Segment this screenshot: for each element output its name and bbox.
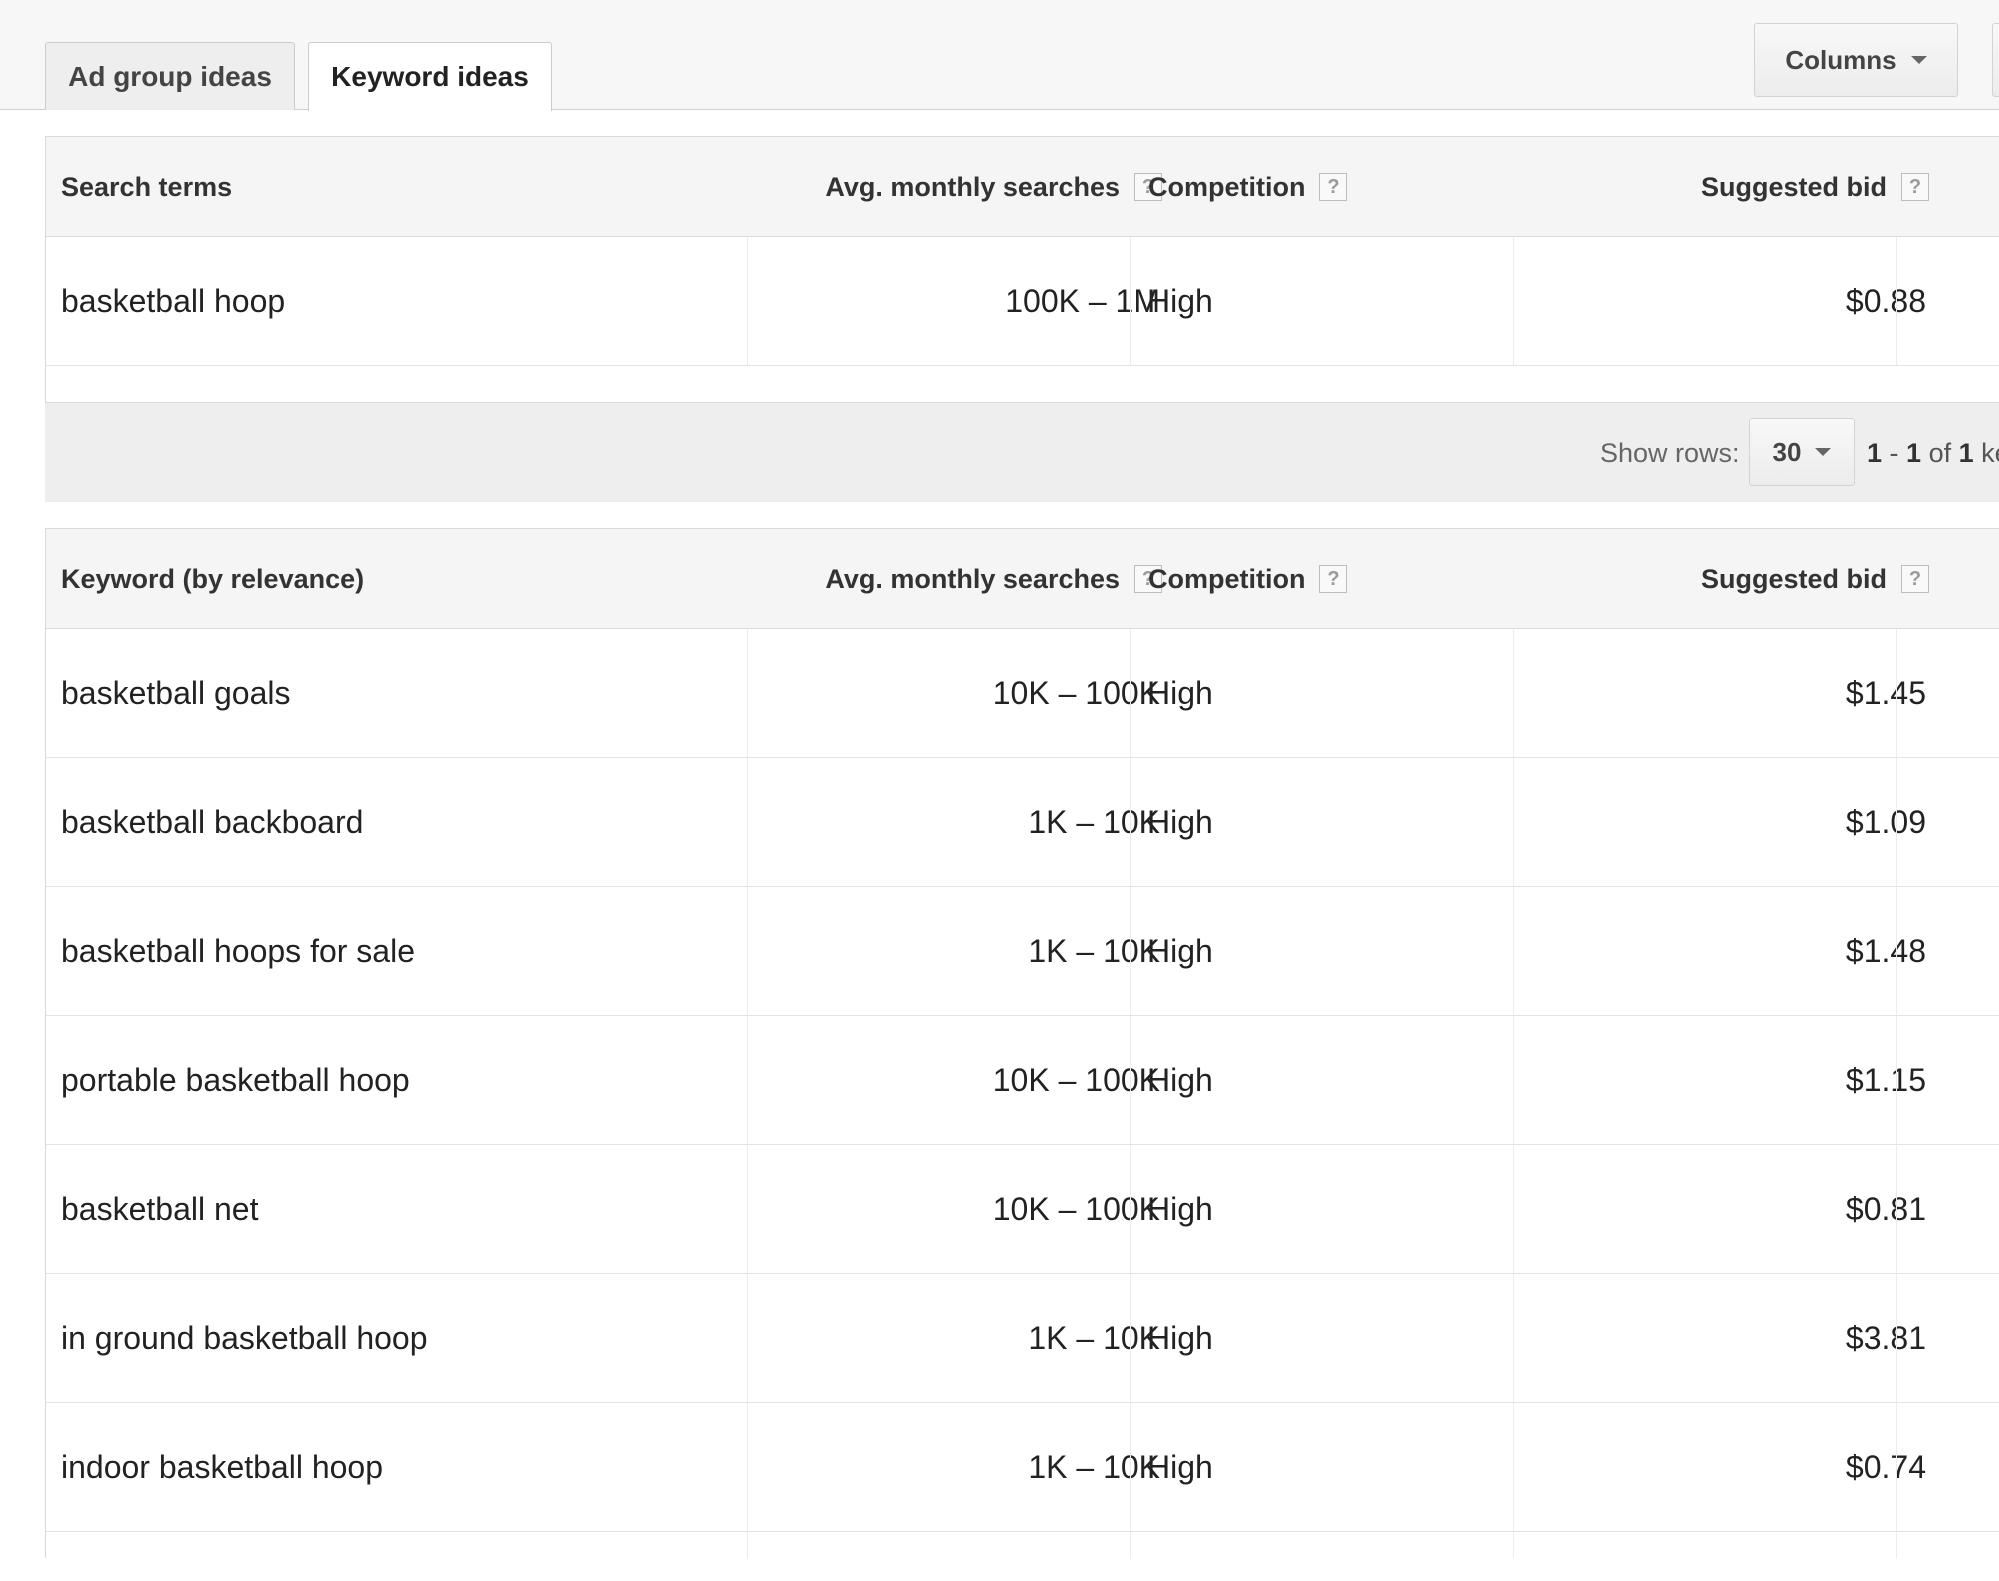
- keyword-cell: basketball goals: [61, 674, 291, 711]
- suggested-bid-cell: $1.48: [1845, 932, 1926, 969]
- columns-button-label: Columns: [1785, 44, 1897, 75]
- column-header-avg-monthly-searches[interactable]: Avg. monthly searches ?: [746, 529, 1162, 629]
- suggested-bid-cell: $3.81: [1845, 1319, 1926, 1356]
- help-icon[interactable]: ?: [1319, 565, 1348, 593]
- keyword-cell: in ground basketball hoop: [61, 1319, 428, 1356]
- avg-searches-cell: 10K – 100K: [992, 674, 1160, 711]
- table-row[interactable]: indoor basketball hoop 1K – 10K High $0.…: [46, 1403, 1999, 1532]
- tab-ad-group-ideas[interactable]: Ad group ideas: [45, 42, 295, 110]
- rows-per-page-select[interactable]: 30: [1749, 418, 1855, 486]
- column-header-keyword[interactable]: Keyword (by relevance): [61, 529, 364, 629]
- table-header: Search terms Avg. monthly searches ? Com…: [46, 137, 1999, 237]
- suggested-bid-cell: $0.88: [1845, 282, 1926, 319]
- tab-keyword-ideas[interactable]: Keyword ideas: [308, 42, 552, 111]
- help-icon[interactable]: ?: [1901, 565, 1929, 593]
- competition-cell: High: [1147, 803, 1213, 840]
- help-icon[interactable]: ?: [1901, 173, 1929, 201]
- keyword-cell: portable basketball hoop: [61, 1061, 410, 1098]
- suggested-bid-cell: $0.81: [1845, 1190, 1926, 1227]
- tab-label: Ad group ideas: [68, 60, 272, 92]
- column-header-suggested-bid[interactable]: Suggested bid ?: [1546, 529, 1929, 629]
- column-header-avg-monthly-searches[interactable]: Avg. monthly searches ?: [746, 137, 1162, 237]
- table-row-partial: [46, 1532, 1999, 1559]
- avg-searches-cell: 1K – 10K: [1028, 803, 1160, 840]
- suggested-bid-cell: $1.45: [1845, 674, 1926, 711]
- avg-searches-cell: 1K – 10K: [1028, 1448, 1160, 1485]
- competition-cell: High: [1147, 1319, 1213, 1356]
- suggested-bid-cell: $0.74: [1845, 1448, 1926, 1485]
- avg-searches-cell: 1K – 10K: [1028, 932, 1160, 969]
- column-divider: [1513, 237, 1514, 365]
- table-header: Keyword (by relevance) Avg. monthly sear…: [46, 529, 1999, 629]
- table-row[interactable]: basketball backboard 1K – 10K High $1.09: [46, 758, 1999, 887]
- keyword-cell: basketball backboard: [61, 803, 364, 840]
- keyword-cell: indoor basketball hoop: [61, 1448, 384, 1485]
- column-header-competition[interactable]: Competition ?: [1148, 137, 1348, 237]
- competition-cell: High: [1147, 1448, 1213, 1485]
- chevron-down-icon: [1910, 56, 1927, 64]
- rows-per-page-value: 30: [1772, 436, 1802, 467]
- pagination-bar: Show rows: 30 1 - 1 of 1 ke: [45, 402, 1999, 502]
- pagination-range: 1 - 1 of 1 ke: [1867, 437, 1999, 468]
- chevron-down-icon: [1815, 448, 1832, 456]
- column-divider: [747, 237, 748, 365]
- column-header-suggested-bid[interactable]: Suggested bid ?: [1546, 137, 1929, 237]
- keyword-cell: basketball net: [61, 1190, 259, 1227]
- column-divider: [1896, 237, 1897, 365]
- competition-cell: High: [1147, 1190, 1213, 1227]
- table-row[interactable]: basketball hoop 100K – 1M High $0.88: [46, 237, 1999, 366]
- avg-searches-cell: 100K – 1M: [1005, 282, 1160, 319]
- avg-searches-cell: 10K – 100K: [992, 1061, 1160, 1098]
- column-header-competition[interactable]: Competition ?: [1148, 529, 1348, 629]
- competition-cell: High: [1147, 932, 1213, 969]
- show-rows-label: Show rows:: [1600, 437, 1740, 468]
- table-row[interactable]: portable basketball hoop 10K – 100K High…: [46, 1016, 1999, 1145]
- column-divider: [1130, 237, 1131, 365]
- suggested-bid-cell: $1.09: [1845, 803, 1926, 840]
- keyword-cell: basketball hoop: [61, 282, 286, 319]
- help-icon[interactable]: ?: [1319, 173, 1348, 201]
- tab-label: Keyword ideas: [331, 61, 529, 92]
- competition-cell: High: [1147, 282, 1213, 319]
- table-row[interactable]: basketball hoops for sale 1K – 10K High …: [46, 887, 1999, 1016]
- avg-searches-cell: 1K – 10K: [1028, 1319, 1160, 1356]
- keyword-ideas-table: Keyword (by relevance) Avg. monthly sear…: [45, 528, 1999, 1559]
- table-row[interactable]: basketball goals 10K – 100K High $1.45: [46, 629, 1999, 758]
- suggested-bid-cell: $1.15: [1845, 1061, 1926, 1098]
- search-terms-table: Search terms Avg. monthly searches ? Com…: [45, 136, 1999, 402]
- columns-button[interactable]: Columns: [1754, 23, 1958, 97]
- competition-cell: High: [1147, 1061, 1213, 1098]
- top-bar: Ad group ideas Keyword ideas Columns: [0, 0, 1999, 111]
- competition-cell: High: [1147, 674, 1213, 711]
- keyword-cell: basketball hoops for sale: [61, 932, 415, 969]
- column-header-search-terms[interactable]: Search terms: [61, 137, 232, 237]
- table-row[interactable]: in ground basketball hoop 1K – 10K High …: [46, 1274, 1999, 1403]
- more-button[interactable]: [1992, 23, 1999, 97]
- table-row[interactable]: basketball net 10K – 100K High $0.81: [46, 1145, 1999, 1274]
- avg-searches-cell: 10K – 100K: [992, 1190, 1160, 1227]
